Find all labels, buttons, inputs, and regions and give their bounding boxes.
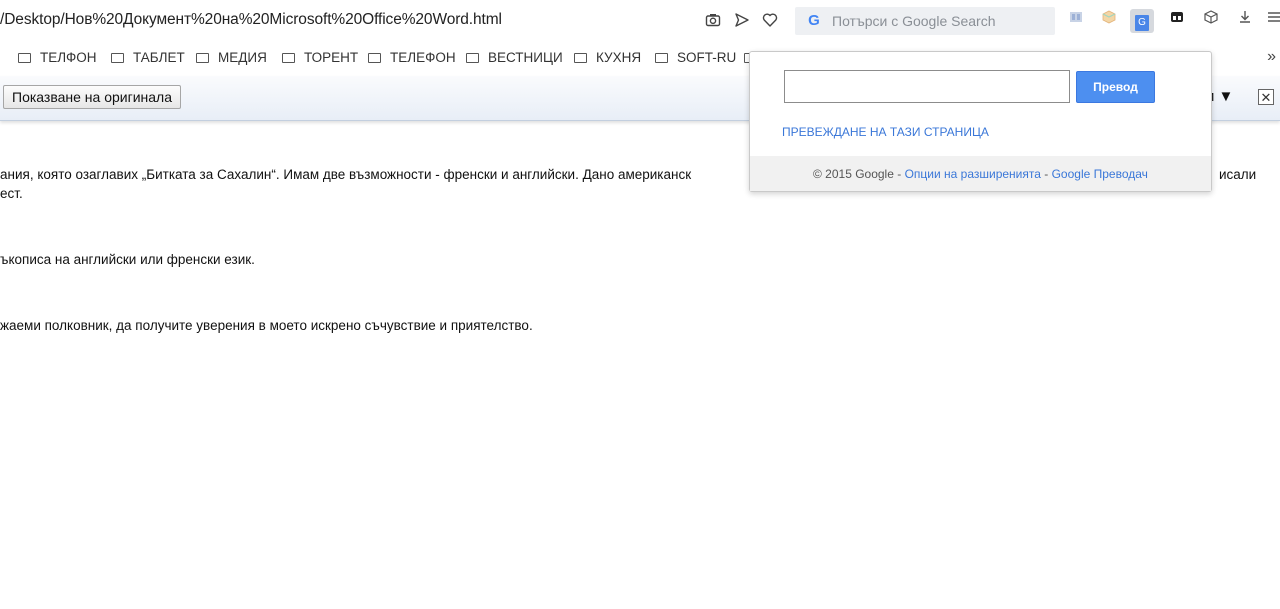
bookmark-folder[interactable]: SOFT-RU — [655, 50, 736, 66]
google-translate-link[interactable]: Google Преводач — [1052, 167, 1148, 181]
folder-icon — [196, 53, 209, 63]
address-bar: /Desktop/Нов%20Документ%20на%20Microsoft… — [0, 0, 1280, 42]
folder-icon — [282, 53, 295, 63]
document-line: ания, която озаглавих „Битката за Сахали… — [0, 167, 692, 182]
folder-icon — [368, 53, 381, 63]
folder-icon — [655, 53, 668, 63]
copyright-text: © 2015 Google - — [813, 167, 905, 181]
send-icon[interactable] — [733, 12, 751, 30]
bookmark-folder[interactable]: ТЕЛЕФОН — [368, 50, 456, 66]
download-icon[interactable] — [1233, 9, 1257, 33]
heart-icon[interactable] — [761, 12, 779, 30]
translate-text-input[interactable] — [784, 70, 1070, 103]
document-line: ест. — [0, 186, 23, 201]
google-g-icon: G — [808, 12, 820, 29]
extension-icon[interactable] — [1064, 9, 1088, 33]
search-box[interactable]: G Потърси с Google Search — [795, 7, 1055, 35]
translate-page-link[interactable]: ПРЕВЕЖДАНЕ НА ТАЗИ СТРАНИЦА — [782, 125, 989, 139]
bookmark-folder[interactable]: ТОРЕНТ — [282, 50, 358, 66]
extension-options-link[interactable]: Опции на разширенията — [905, 167, 1041, 181]
search-placeholder: Потърси с Google Search — [832, 13, 996, 29]
folder-icon — [18, 53, 31, 63]
camera-icon[interactable] — [704, 12, 722, 30]
translate-popup: Превод ПРЕВЕЖДАНЕ НА ТАЗИ СТРАНИЦА © 201… — [749, 51, 1212, 192]
folder-icon — [111, 53, 124, 63]
menu-icon[interactable] — [1266, 9, 1280, 33]
translate-button[interactable]: Превод — [1076, 71, 1155, 103]
folder-icon — [466, 53, 479, 63]
show-original-button[interactable]: Показване на оригинала — [3, 85, 182, 109]
bookmark-folder[interactable]: ТЕЛФОН — [18, 50, 96, 66]
cube-icon[interactable] — [1199, 9, 1223, 33]
folder-icon — [574, 53, 587, 63]
url-field[interactable]: /Desktop/Нов%20Документ%20на%20Microsoft… — [0, 11, 502, 29]
document-line: жаеми полковник, да получите уверения в … — [0, 318, 533, 333]
bookmark-folder[interactable]: МЕДИЯ — [196, 50, 267, 66]
document-line: ъкописа на английски или френски език. — [0, 252, 255, 267]
popup-footer: © 2015 Google - Опции на разширенията - … — [750, 156, 1211, 191]
translate-extension-icon[interactable]: G — [1130, 9, 1154, 33]
bookmark-folder[interactable]: ТАБЛЕТ — [111, 50, 185, 66]
bookmark-folder[interactable]: КУХНЯ — [574, 50, 641, 66]
separator-text: - — [1040, 167, 1052, 181]
extension-icon[interactable] — [1097, 9, 1121, 33]
bookmarks-more-button[interactable]: » — [1267, 48, 1276, 66]
document-line-fragment: исали — [1219, 167, 1257, 182]
bookmark-folder[interactable]: ВЕСТНИЦИ — [466, 50, 563, 66]
close-icon[interactable]: ✕ — [1258, 89, 1274, 105]
tab-icon[interactable] — [1165, 9, 1189, 33]
